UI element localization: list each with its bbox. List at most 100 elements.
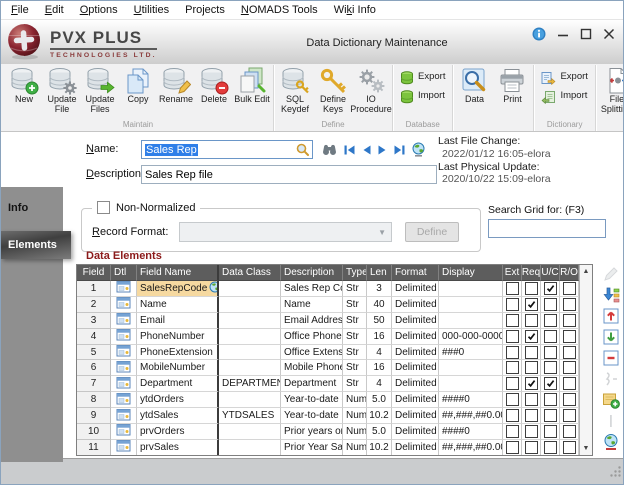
ext-checkbox[interactable]	[506, 425, 519, 438]
column-header-display[interactable]: Display	[439, 265, 503, 281]
insert-element-icon[interactable]	[602, 286, 620, 304]
move-element-up-icon[interactable]	[602, 307, 620, 325]
grid-cell-display[interactable]: ##,###,##0.00	[439, 408, 503, 424]
grid-cell-field[interactable]: 11	[77, 440, 111, 456]
file-splitting-button[interactable]: File Splitting	[598, 65, 624, 115]
grid-cell-len[interactable]: 10.2	[367, 440, 392, 456]
uc-checkbox[interactable]	[544, 361, 557, 374]
ext-checkbox[interactable]	[506, 346, 519, 359]
grid-cell-display[interactable]	[439, 313, 503, 329]
req-checkbox[interactable]	[525, 377, 538, 390]
grid-cell-type[interactable]: Str	[343, 376, 367, 392]
search-icon[interactable]	[296, 143, 309, 156]
grid-cell-len[interactable]: 4	[367, 345, 392, 361]
first-record-icon[interactable]	[343, 144, 356, 156]
last-record-icon[interactable]	[393, 144, 406, 156]
grid-cell-type[interactable]: Str	[343, 360, 367, 376]
data-button[interactable]: Data	[455, 65, 493, 105]
uc-checkbox[interactable]	[544, 409, 557, 422]
detail-icon[interactable]	[116, 408, 131, 423]
grid-cell-dtl[interactable]	[111, 281, 137, 297]
bulk-edit-button[interactable]: Bulk Edit	[233, 65, 271, 105]
grid-cell-format[interactable]: Delimited	[392, 329, 439, 345]
grid-cell-format[interactable]: Delimited	[392, 392, 439, 408]
tab-info[interactable]: Info	[1, 197, 63, 219]
close-button[interactable]	[603, 28, 615, 40]
grid-cell-data-class[interactable]	[219, 392, 281, 408]
export-button[interactable]: Export	[539, 69, 589, 86]
grid-cell-dtl[interactable]	[111, 360, 137, 376]
detail-icon[interactable]	[116, 281, 131, 296]
grid-cell-len[interactable]: 40	[367, 297, 392, 313]
non-normalized-checkbox[interactable]	[97, 201, 110, 214]
grid-cell-format[interactable]: Delimited	[392, 440, 439, 456]
grid-cell-data-class[interactable]	[219, 329, 281, 345]
grid-cell-field[interactable]: 9	[77, 408, 111, 424]
add-element-icon[interactable]	[602, 391, 620, 409]
export-button[interactable]: Export	[398, 69, 447, 86]
grid-cell-format[interactable]: Delimited	[392, 424, 439, 440]
grid-cell-dtl[interactable]	[111, 376, 137, 392]
grid-cell-data-class[interactable]	[219, 297, 281, 313]
grid-cell-type[interactable]: Num	[343, 424, 367, 440]
grid-cell-name[interactable]: prvOrders	[137, 424, 219, 440]
grid-cell-display[interactable]: 000-000-0000	[439, 329, 503, 345]
grid-cell-type[interactable]: Str	[343, 345, 367, 361]
grid-cell-description[interactable]: Year-to-date S	[281, 408, 343, 424]
grid-cell-display[interactable]	[439, 281, 503, 297]
detail-icon[interactable]	[116, 440, 131, 455]
column-header-data-class[interactable]: Data Class	[219, 265, 281, 281]
update-file-button[interactable]: Update File	[43, 65, 81, 115]
grid-cell-dtl[interactable]	[111, 345, 137, 361]
column-header-format[interactable]: Format	[392, 265, 439, 281]
column-header-type[interactable]: Type	[343, 265, 367, 281]
next-record-icon[interactable]	[377, 144, 388, 156]
grid-cell-field[interactable]: 8	[77, 392, 111, 408]
maximize-button[interactable]	[580, 28, 592, 40]
grid-cell-type[interactable]: Num	[343, 440, 367, 456]
io-procedure-button[interactable]: IO Procedure	[352, 65, 390, 115]
grid-cell-len[interactable]: 3	[367, 281, 392, 297]
previous-record-icon[interactable]	[361, 144, 372, 156]
menu-item-projects[interactable]: Projects	[177, 3, 233, 17]
detail-icon[interactable]	[116, 329, 131, 344]
ext-checkbox[interactable]	[506, 298, 519, 311]
grid-cell-description[interactable]: Name	[281, 297, 343, 313]
menu-item-nomads-tools[interactable]: NOMADS Tools	[233, 3, 326, 17]
grid-cell-format[interactable]: Delimited	[392, 376, 439, 392]
ro-checkbox[interactable]	[563, 393, 576, 406]
update-files-button[interactable]: Update Files	[81, 65, 119, 115]
req-checkbox[interactable]	[525, 330, 538, 343]
req-checkbox[interactable]	[525, 425, 538, 438]
grid-cell-field[interactable]: 6	[77, 360, 111, 376]
detail-icon[interactable]	[116, 313, 131, 328]
grid-cell-display[interactable]: ##,###,##0.00	[439, 440, 503, 456]
ext-checkbox[interactable]	[506, 441, 519, 454]
grid-cell-len[interactable]: 5.0	[367, 424, 392, 440]
ro-checkbox[interactable]	[563, 314, 576, 327]
grid-cell-format[interactable]: Delimited	[392, 345, 439, 361]
grid-cell-field[interactable]: 10	[77, 424, 111, 440]
menu-item-utilities[interactable]: Utilities	[126, 3, 177, 17]
record-format-select[interactable]: ▼	[179, 222, 392, 242]
info-icon[interactable]	[532, 27, 546, 41]
grid-cell-dtl[interactable]	[111, 297, 137, 313]
grid-cell-name[interactable]: prvSales	[137, 440, 219, 456]
ext-checkbox[interactable]	[506, 393, 519, 406]
uc-checkbox[interactable]	[544, 441, 557, 454]
move-element-down-icon[interactable]	[602, 328, 620, 346]
delete-element-icon[interactable]	[602, 349, 620, 367]
delete-button[interactable]: Delete	[195, 65, 233, 105]
menu-item-file[interactable]: File	[3, 3, 37, 17]
menu-item-options[interactable]: Options	[72, 3, 126, 17]
grid-cell-display[interactable]: ####0	[439, 424, 503, 440]
grid-cell-description[interactable]: Prior Year Sale	[281, 440, 343, 456]
uc-checkbox[interactable]	[544, 298, 557, 311]
grid-cell-type[interactable]: Str	[343, 281, 367, 297]
req-checkbox[interactable]	[525, 314, 538, 327]
name-input[interactable]: Sales Rep	[141, 140, 313, 159]
grid-cell-display[interactable]: ###0	[439, 345, 503, 361]
uc-checkbox[interactable]	[544, 377, 557, 390]
new-button[interactable]: New	[5, 65, 43, 105]
menu-item-edit[interactable]: Edit	[37, 3, 72, 17]
